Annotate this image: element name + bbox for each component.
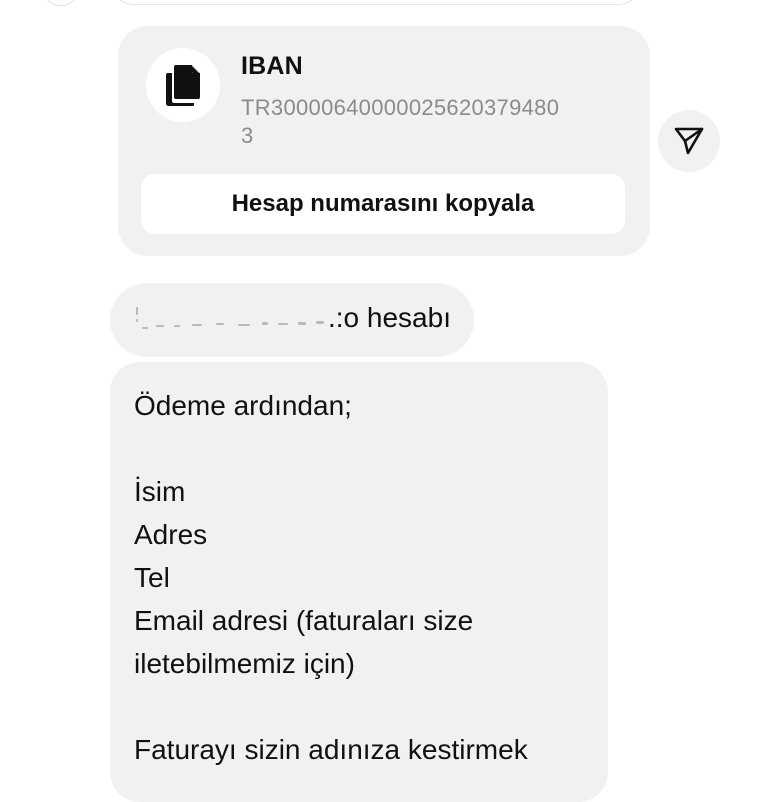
- send-paper-plane-icon: [674, 127, 704, 155]
- instruction-line: İsim: [134, 476, 186, 507]
- copy-account-number-button[interactable]: Hesap numarasını kopyala: [141, 174, 625, 234]
- instruction-line: Faturayı sizin adınıza kestirmek: [134, 734, 528, 765]
- redacted-name: [132, 301, 328, 335]
- previous-message-edge: [110, 0, 642, 5]
- iban-number: TR30000640000025620379480 3: [241, 94, 619, 150]
- instruction-line: Email adresi (faturaları size: [134, 605, 474, 636]
- iban-number-line1: TR30000640000025620379480: [241, 95, 560, 120]
- iban-number-line2: 3: [241, 123, 254, 148]
- iban-card: IBAN TR30000640000025620379480 3 Hesap n…: [118, 26, 650, 256]
- instructions-text: Ödeme ardından; İsim Adres Tel Email adr…: [134, 384, 594, 771]
- partial-avatar: [40, 0, 82, 6]
- instruction-line: Adres: [134, 519, 208, 550]
- copy-document-icon: [146, 48, 220, 122]
- instruction-line: Tel: [134, 562, 170, 593]
- message-bubble-instructions: Ödeme ardından; İsim Adres Tel Email adr…: [110, 362, 608, 802]
- instruction-line: iletebilmemiz için): [134, 648, 355, 679]
- account-message-text: .:o hesabı: [328, 302, 451, 333]
- instruction-line: Ödeme ardından;: [134, 390, 352, 421]
- send-button[interactable]: [658, 110, 720, 172]
- message-bubble-account: .:o hesabı: [110, 283, 474, 357]
- iban-title: IBAN: [241, 52, 303, 80]
